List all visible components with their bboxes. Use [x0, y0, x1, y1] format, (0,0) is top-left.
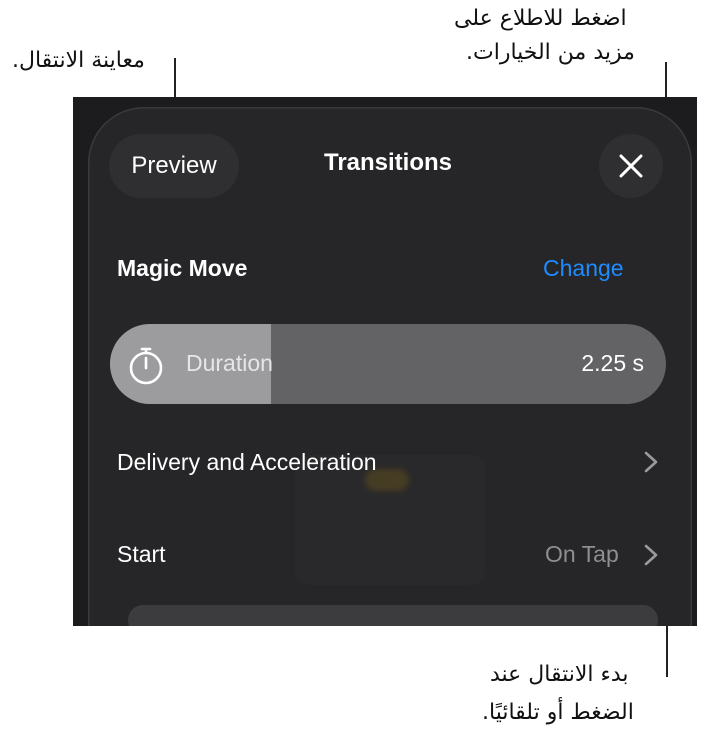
callout-options-line2: مزيد من الخيارات.: [466, 40, 635, 65]
callout-preview: معاينة الانتقال.: [12, 48, 145, 73]
transitions-screen: Preview Transitions Magic Move Change Du…: [73, 97, 697, 626]
callout-start-line1: بدء الانتقال عند: [490, 662, 629, 687]
effect-name: Magic Move: [117, 255, 248, 281]
duration-label: Duration: [186, 350, 273, 376]
stopwatch-icon: [129, 347, 163, 385]
panel-title: Transitions: [323, 149, 453, 176]
duration-value: 2.25 s: [581, 350, 644, 376]
start-value[interactable]: On Tap: [545, 541, 619, 568]
delivery-row-label[interactable]: Delivery and Acceleration: [117, 449, 377, 476]
duration-slider[interactable]: Duration 2.25 s: [110, 324, 666, 404]
start-chevron-icon[interactable]: [643, 543, 659, 567]
delivery-chevron-icon[interactable]: [643, 450, 659, 474]
preview-button[interactable]: Preview: [109, 134, 239, 198]
start-row-label[interactable]: Start: [117, 541, 166, 568]
close-icon: [619, 154, 643, 178]
close-button[interactable]: [599, 134, 663, 198]
change-effect-link[interactable]: Change: [543, 255, 624, 282]
callout-options-line1: اضغط للاطلاع على: [454, 6, 627, 31]
callout-start-line2: الضغط أو تلقائيًا.: [482, 700, 634, 725]
panel-bottom-edge: [128, 605, 658, 626]
